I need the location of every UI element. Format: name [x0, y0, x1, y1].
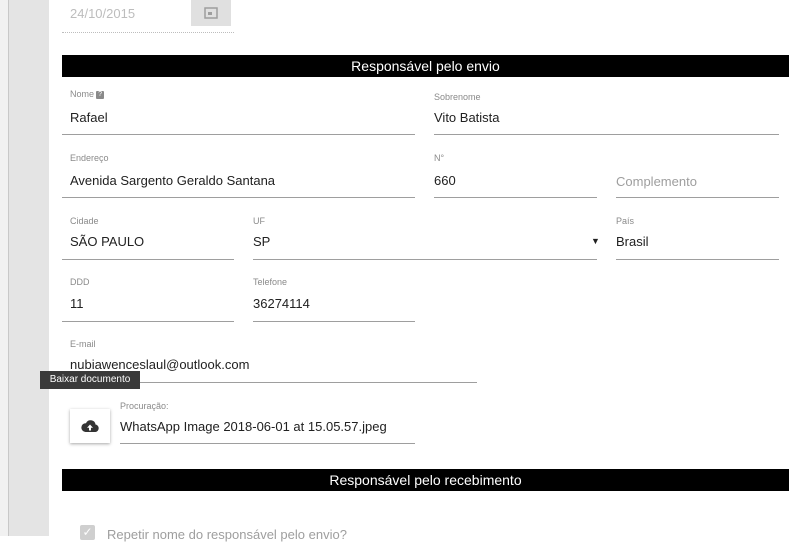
telefone-underline [253, 321, 415, 322]
endereco-input[interactable]: Avenida Sargento Geraldo Santana [70, 173, 275, 188]
endereco-underline [62, 197, 415, 198]
repeat-name-label: Repetir nome do responsável pelo envio? [107, 527, 347, 542]
sobrenome-underline [434, 134, 779, 135]
cidade-label: Cidade [70, 216, 99, 226]
telefone-input[interactable]: 36274114 [253, 296, 310, 311]
window-edge [0, 0, 9, 536]
email-label: E-mail [70, 339, 96, 349]
nome-underline [62, 134, 415, 135]
complemento-underline [616, 197, 779, 198]
procuracao-label: Procuração: [120, 401, 169, 411]
procuracao-file: WhatsApp Image 2018-06-01 at 15.05.57.jp… [120, 419, 387, 434]
ddd-label: DDD [70, 277, 90, 287]
form-panel [49, 0, 800, 536]
complemento-input[interactable]: Complemento [616, 174, 697, 189]
left-margin [9, 0, 49, 536]
calendar-icon [204, 7, 218, 19]
pais-label: País [616, 216, 635, 226]
ddd-input[interactable]: 11 [70, 296, 84, 311]
cidade-underline [62, 259, 234, 260]
numero-label: N° [434, 153, 445, 163]
help-icon[interactable]: ? [96, 91, 105, 99]
date-picker-button[interactable] [191, 0, 231, 26]
numero-input[interactable]: 660 [434, 173, 456, 188]
nome-input[interactable]: Rafael [70, 110, 108, 125]
section-header-sender: Responsável pelo envio [62, 55, 789, 77]
pais-underline [616, 259, 779, 260]
uf-label: UF [253, 216, 265, 226]
date-field[interactable]: 24/10/2015 [70, 6, 135, 21]
nome-label: Nome? [70, 89, 105, 99]
ddd-underline [62, 321, 234, 322]
cidade-input[interactable]: SÃO PAULO [70, 234, 144, 249]
tooltip-download: Baixar documento [40, 371, 140, 389]
caret-down-icon[interactable]: ▼ [591, 236, 600, 246]
numero-underline [434, 197, 597, 198]
endereco-label: Endereço [70, 153, 109, 163]
uf-underline [253, 259, 597, 260]
pais-input[interactable]: Brasil [616, 234, 649, 249]
cloud-upload-icon [81, 420, 99, 432]
uf-select[interactable]: SP [253, 234, 270, 249]
download-document-button[interactable] [70, 409, 110, 443]
repeat-name-checkbox[interactable]: ✓ [80, 525, 95, 540]
section-header-receiver: Responsável pelo recebimento [62, 469, 789, 491]
date-field-underline [62, 32, 234, 33]
sobrenome-input[interactable]: Vito Batista [434, 110, 500, 125]
procuracao-underline [120, 443, 415, 444]
telefone-label: Telefone [253, 277, 288, 287]
sobrenome-label: Sobrenome [434, 92, 481, 102]
email-input[interactable]: nubiawenceslaul@outlook.com [70, 357, 249, 372]
